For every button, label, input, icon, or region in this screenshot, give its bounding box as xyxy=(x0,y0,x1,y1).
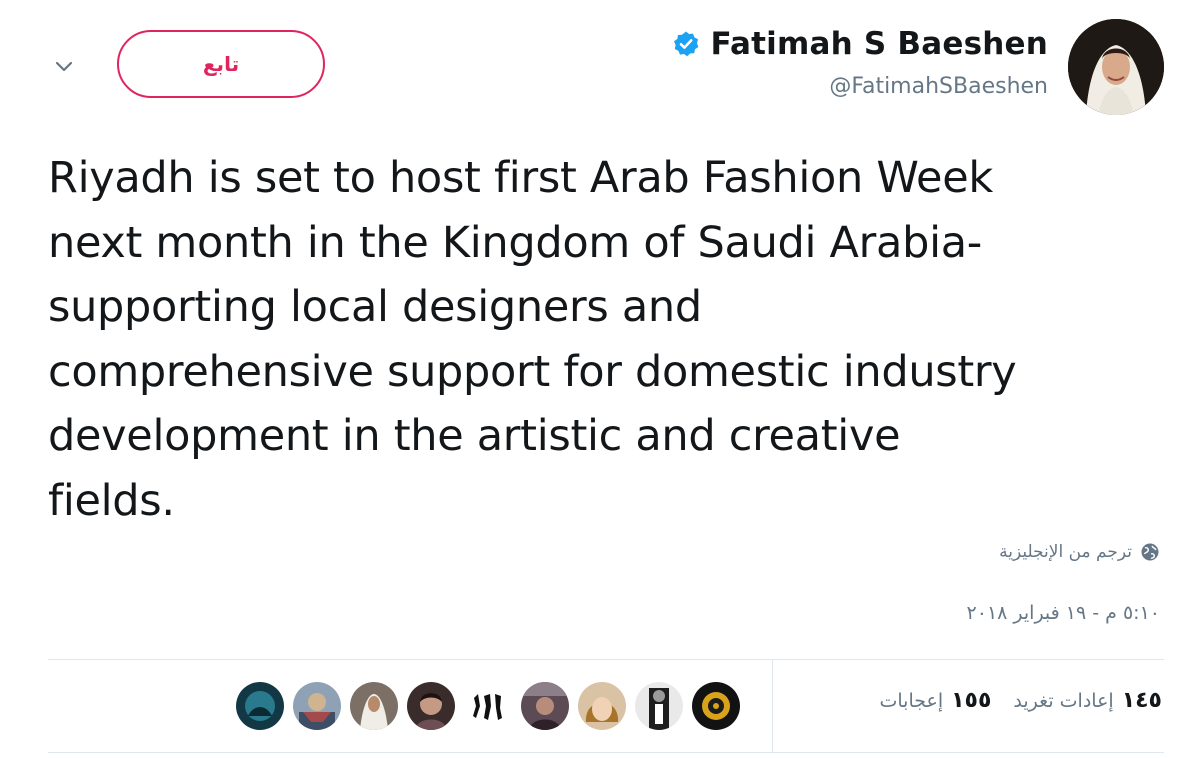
follow-button[interactable]: تابع xyxy=(117,30,325,98)
liker-avatar-7[interactable] xyxy=(578,682,626,730)
stats-separator xyxy=(772,660,773,752)
avatar-image xyxy=(1068,19,1164,115)
likes-stat[interactable]: ١٥٥ إعجابات xyxy=(879,688,991,713)
verified-badge-icon xyxy=(674,31,699,57)
retweets-stat[interactable]: ١٤٥ إعادات تغريد xyxy=(1013,688,1162,713)
divider xyxy=(48,659,1164,660)
liker-avatar-6[interactable] xyxy=(521,682,569,730)
tweet-timestamp[interactable]: ٥:١٠ م - ١٩ فبراير ٢٠١٨ xyxy=(967,602,1160,624)
likes-label: إعجابات xyxy=(879,690,944,712)
tweet-stats: ١٤٥ إعادات تغريد ١٥٥ إعجابات xyxy=(879,688,1162,713)
translate-link[interactable]: ترجم من الإنجليزية xyxy=(999,542,1160,562)
divider xyxy=(48,752,1164,753)
retweets-label: إعادات تغريد xyxy=(1013,690,1114,712)
globe-icon xyxy=(1141,543,1159,561)
liker-avatars xyxy=(236,682,740,730)
liker-avatar-3[interactable] xyxy=(350,682,398,730)
user-handle[interactable]: @FatimahSBaeshen xyxy=(829,74,1048,99)
liker-avatar-4[interactable] xyxy=(407,682,455,730)
retweets-count: ١٤٥ xyxy=(1121,688,1162,713)
chevron-down-icon[interactable] xyxy=(50,52,78,80)
avatar[interactable] xyxy=(1068,19,1164,115)
liker-avatar-1[interactable] xyxy=(236,682,284,730)
liker-avatar-8[interactable] xyxy=(635,682,683,730)
user-name-row[interactable]: Fatimah S Baeshen xyxy=(672,26,1048,62)
liker-avatar-9[interactable] xyxy=(692,682,740,730)
translate-label: ترجم من الإنجليزية xyxy=(999,542,1132,562)
display-name: Fatimah S Baeshen xyxy=(710,26,1048,62)
liker-avatar-5[interactable] xyxy=(464,682,512,730)
tweet-text: Riyadh is set to host first Arab Fashion… xyxy=(48,153,1017,526)
liker-avatar-2[interactable] xyxy=(293,682,341,730)
likes-count: ١٥٥ xyxy=(951,688,992,713)
